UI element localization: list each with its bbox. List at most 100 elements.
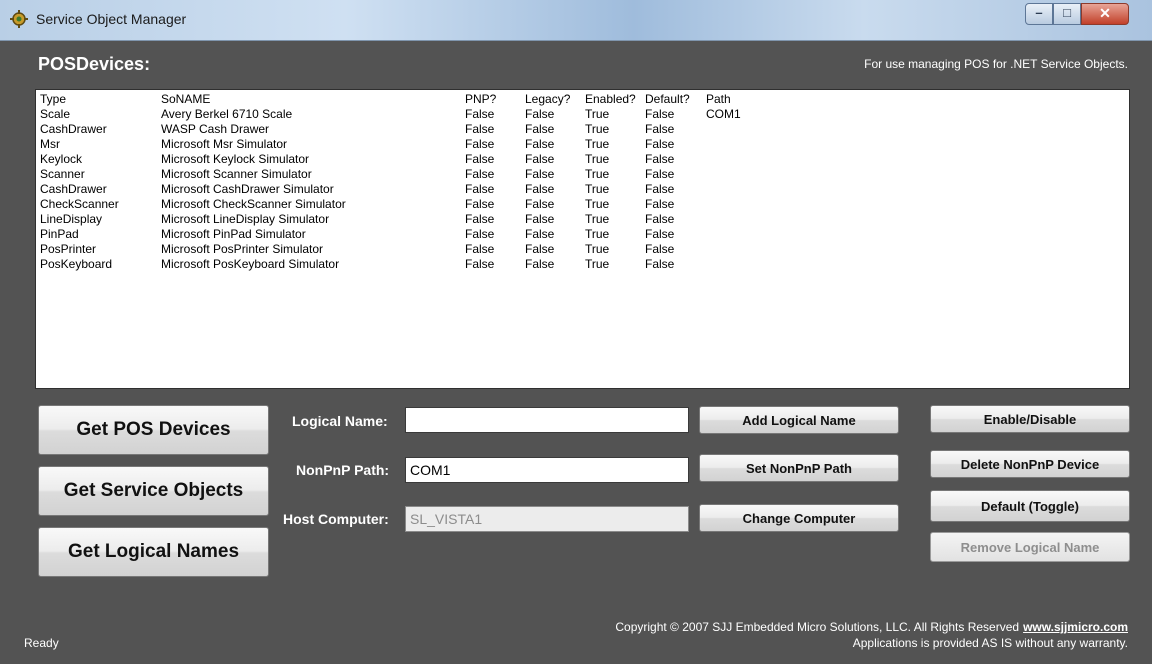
cell-legacy: False [525, 212, 555, 226]
cell-legacy: False [525, 137, 555, 151]
header-type: Type [40, 92, 67, 106]
header-default: Default? [645, 92, 690, 106]
cell-default: False [645, 242, 675, 256]
maximize-button[interactable]: □ [1053, 3, 1081, 25]
minimize-button[interactable]: – [1025, 3, 1053, 25]
cell-type: Scale [40, 107, 71, 121]
cell-soname: Microsoft CashDrawer Simulator [161, 182, 334, 196]
title-bar: Service Object Manager – □ ✕ [0, 0, 1152, 41]
cell-legacy: False [525, 152, 555, 166]
cell-pnp: False [465, 167, 495, 181]
cell-default: False [645, 212, 675, 226]
change-computer-button[interactable]: Change Computer [699, 504, 899, 532]
cell-enabled: True [585, 242, 610, 256]
cell-enabled: True [585, 137, 610, 151]
cell-default: False [645, 227, 675, 241]
cell-pnp: False [465, 152, 495, 166]
cell-enabled: True [585, 107, 610, 121]
cell-legacy: False [525, 242, 555, 256]
cell-soname: Microsoft PosPrinter Simulator [161, 242, 324, 256]
enable-disable-button[interactable]: Enable/Disable [930, 405, 1130, 433]
get-pos-devices-button[interactable]: Get POS Devices [38, 405, 269, 455]
cell-default: False [645, 182, 675, 196]
nonpnp-path-label: NonPnP Path: [296, 462, 390, 478]
cell-legacy: False [525, 107, 555, 121]
header-pnp: PNP? [465, 92, 497, 106]
cell-soname: Avery Berkel 6710 Scale [161, 107, 293, 121]
cell-legacy: False [525, 167, 555, 181]
cell-type: PinPad [40, 227, 79, 241]
website-link[interactable]: www.sjjmicro.com [1023, 620, 1128, 634]
cell-default: False [645, 122, 675, 136]
header-enabled: Enabled? [585, 92, 636, 106]
cell-default: False [645, 107, 675, 121]
cell-pnp: False [465, 242, 495, 256]
logical-name-label: Logical Name: [292, 413, 388, 429]
maximize-icon: □ [1063, 5, 1071, 20]
cell-pnp: False [465, 107, 495, 121]
cell-pnp: False [465, 182, 495, 196]
cell-enabled: True [585, 257, 610, 271]
cell-legacy: False [525, 182, 555, 196]
cell-pnp: False [465, 227, 495, 241]
cell-default: False [645, 152, 675, 166]
copyright-text: Copyright © 2007 SJJ Embedded Micro Solu… [615, 620, 1020, 634]
header-note: For use managing POS for .NET Service Ob… [864, 57, 1128, 71]
close-button[interactable]: ✕ [1081, 3, 1129, 25]
app-window: Service Object Manager – □ ✕ POSDevices:… [0, 0, 1152, 664]
window-title: Service Object Manager [36, 11, 187, 27]
cell-soname: Microsoft CheckScanner Simulator [161, 197, 346, 211]
set-nonpnp-path-button[interactable]: Set NonPnP Path [699, 454, 899, 482]
cell-enabled: True [585, 152, 610, 166]
footer: Copyright © 2007 SJJ Embedded Micro Solu… [615, 619, 1128, 651]
cell-pnp: False [465, 257, 495, 271]
cell-legacy: False [525, 257, 555, 271]
get-service-objects-button[interactable]: Get Service Objects [38, 466, 269, 516]
status-text: Ready [24, 636, 59, 650]
cell-type: PosPrinter [40, 242, 97, 256]
cell-enabled: True [585, 167, 610, 181]
cell-default: False [645, 167, 675, 181]
cell-type: Keylock [40, 152, 83, 166]
cell-legacy: False [525, 197, 555, 211]
cell-legacy: False [525, 227, 555, 241]
nonpnp-path-input[interactable] [405, 457, 689, 483]
cell-default: False [645, 137, 675, 151]
cell-pnp: False [465, 197, 495, 211]
close-icon: ✕ [1099, 5, 1111, 21]
page-title: POSDevices: [38, 54, 151, 74]
cell-soname: WASP Cash Drawer [161, 122, 270, 136]
cell-type: Scanner [40, 167, 85, 181]
header-soname: SoNAME [161, 92, 211, 106]
device-listbox[interactable]: Type SoNAME PNP? Legacy? Enabled? Defaul… [35, 89, 1130, 389]
remove-logical-name-button: Remove Logical Name [930, 532, 1130, 562]
cell-type: CashDrawer [40, 182, 107, 196]
add-logical-name-button[interactable]: Add Logical Name [699, 406, 899, 434]
cell-type: Msr [40, 137, 60, 151]
cell-path: COM1 [706, 107, 741, 121]
cell-enabled: True [585, 212, 610, 226]
cell-type: CashDrawer [40, 122, 107, 136]
cell-enabled: True [585, 197, 610, 211]
cell-pnp: False [465, 212, 495, 226]
default-toggle-button[interactable]: Default (Toggle) [930, 490, 1130, 522]
cell-soname: Microsoft PosKeyboard Simulator [161, 257, 340, 271]
delete-nonpnp-device-button[interactable]: Delete NonPnP Device [930, 450, 1130, 478]
cell-type: LineDisplay [40, 212, 103, 226]
cell-type: PosKeyboard [40, 257, 113, 271]
cell-legacy: False [525, 122, 555, 136]
cell-default: False [645, 197, 675, 211]
copyright-line: Copyright © 2007 SJJ Embedded Micro Solu… [615, 619, 1128, 635]
get-logical-names-button[interactable]: Get Logical Names [38, 527, 269, 577]
header-legacy: Legacy? [525, 92, 571, 106]
minimize-icon: – [1035, 5, 1043, 20]
host-computer-input [405, 506, 689, 532]
cell-type: CheckScanner [40, 197, 119, 211]
cell-default: False [645, 257, 675, 271]
gear-icon [10, 10, 28, 28]
header-path: Path [706, 92, 731, 106]
cell-soname: Microsoft Keylock Simulator [161, 152, 310, 166]
cell-pnp: False [465, 122, 495, 136]
logical-name-input[interactable] [405, 407, 689, 433]
cell-soname: Microsoft Msr Simulator [161, 137, 288, 151]
